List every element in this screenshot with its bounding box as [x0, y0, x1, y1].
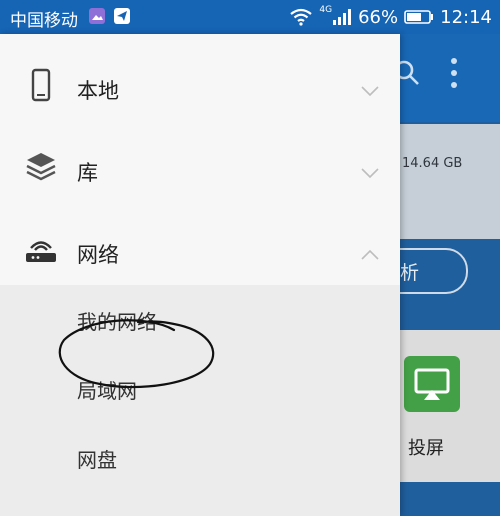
- storage-size: 14.64 GB: [402, 156, 463, 171]
- battery-percent: 66%: [358, 6, 399, 28]
- clock: 12:14: [440, 6, 492, 28]
- carrier-name: 中国移动: [10, 11, 78, 31]
- telegram-notification-icon: [114, 8, 130, 24]
- submenu-item-my-network[interactable]: 我的网络: [77, 312, 157, 332]
- navigation-drawer: 本地 库 网络 我的网络 局域网 网盘: [0, 34, 400, 516]
- more-options-icon[interactable]: [446, 56, 462, 90]
- drawer-item-local[interactable]: 本地: [0, 44, 400, 124]
- wifi-icon: [290, 8, 313, 26]
- layers-icon: [26, 153, 56, 181]
- signal-icon: [333, 9, 352, 25]
- status-bar: 中国移动 4G 66% 12:14: [0, 0, 500, 34]
- submenu-item-lan[interactable]: 局域网: [77, 381, 137, 401]
- status-indicators: 4G 66% 12:14: [289, 4, 492, 30]
- drawer-item-label: 网络: [77, 243, 119, 267]
- storage-card: [400, 124, 500, 239]
- battery-icon: [404, 10, 434, 24]
- submenu-item-cloud-drive[interactable]: 网盘: [77, 450, 117, 470]
- cast-icon[interactable]: [404, 356, 460, 412]
- chevron-up-icon[interactable]: [360, 248, 380, 262]
- chevron-down-icon[interactable]: [360, 84, 380, 98]
- cast-label[interactable]: 投屏: [408, 434, 444, 460]
- network-type: 4G: [319, 5, 333, 15]
- network-submenu: 我的网络 局域网 网盘: [0, 285, 400, 516]
- router-icon: [26, 241, 56, 262]
- analyze-button-label: 析: [400, 262, 420, 284]
- phone-icon: [31, 68, 51, 102]
- drawer-item-network[interactable]: 网络: [0, 208, 400, 288]
- drawer-item-library[interactable]: 库: [0, 126, 400, 206]
- drawer-item-label: 本地: [77, 79, 119, 103]
- chevron-down-icon[interactable]: [360, 166, 380, 180]
- drawer-item-label: 库: [77, 161, 98, 185]
- gallery-notification-icon: [89, 8, 105, 24]
